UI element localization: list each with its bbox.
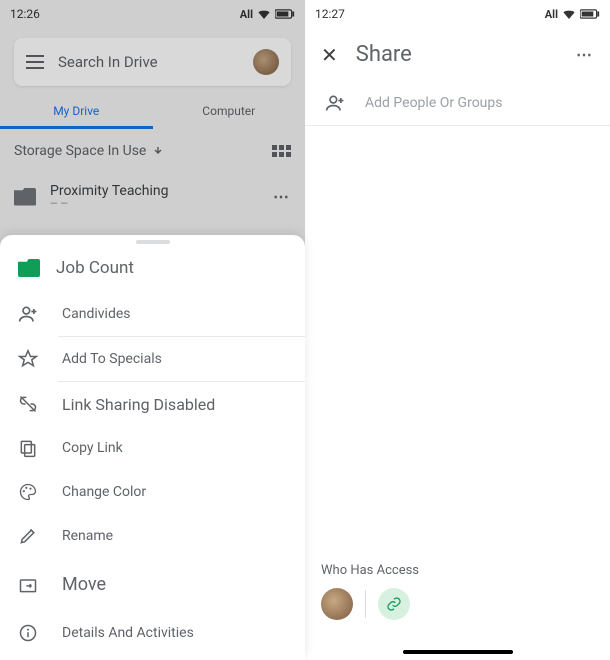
link-icon [386, 596, 402, 612]
link-access-chip[interactable] [378, 588, 410, 620]
copy-icon [18, 438, 38, 458]
link-off-icon [18, 394, 38, 414]
sheet-item-move[interactable]: Move [0, 558, 305, 611]
sheet-item-color[interactable]: Change Color [0, 470, 305, 514]
label: Candivides [62, 306, 131, 322]
label: Copy Link [62, 440, 123, 456]
label: Move [62, 574, 106, 595]
label: Details And Activities [62, 625, 194, 641]
left-screen: 12:26 All Search In Drive My Drive Compu… [0, 0, 305, 660]
close-icon[interactable]: ✕ [321, 43, 338, 67]
status-icons: All [545, 8, 600, 21]
label: Rename [62, 528, 113, 544]
sheet-item-star[interactable]: Add To Specials [0, 337, 305, 381]
add-people-row[interactable]: Add People Or Groups [305, 81, 610, 126]
sheet-header: Job Count [0, 244, 305, 292]
bottom-sheet: Job Count Candivides Add To Specials Lin… [0, 235, 305, 660]
wifi-icon [562, 9, 576, 19]
status-bar: 12:27 All [305, 0, 610, 28]
right-screen: 12:27 All ✕ Share ⋯ Add People Or Groups… [305, 0, 610, 660]
star-icon [18, 349, 38, 369]
folder-icon [18, 259, 40, 277]
sheet-item-details[interactable]: Details And Activities [0, 611, 305, 655]
access-section: Who Has Access [321, 563, 419, 620]
owner-avatar[interactable] [321, 588, 353, 620]
share-title: Share [356, 42, 558, 67]
label: Link Sharing Disabled [62, 395, 215, 414]
share-header: ✕ Share ⋯ [305, 28, 610, 81]
sheet-item-linksharing[interactable]: Link Sharing Disabled [0, 382, 305, 426]
sheet-item-copylink[interactable]: Copy Link [0, 426, 305, 470]
palette-icon [18, 482, 38, 502]
access-label: Who Has Access [321, 563, 419, 578]
label: Add To Specials [62, 351, 162, 367]
person-add-icon [325, 93, 345, 113]
sheet-item-rename[interactable]: Rename [0, 514, 305, 558]
label: Change Color [62, 484, 146, 500]
sheet-item-share[interactable]: Candivides [0, 292, 305, 336]
pencil-icon [18, 526, 38, 546]
battery-icon [580, 9, 600, 19]
sheet-title: Job Count [56, 258, 134, 278]
status-time: 12:27 [315, 7, 345, 21]
more-icon[interactable]: ⋯ [576, 45, 594, 64]
nav-handle[interactable] [403, 650, 513, 654]
divider [365, 590, 366, 618]
info-icon [18, 623, 38, 643]
add-people-placeholder: Add People Or Groups [365, 95, 503, 111]
person-add-icon [18, 304, 38, 324]
move-icon [18, 575, 38, 595]
